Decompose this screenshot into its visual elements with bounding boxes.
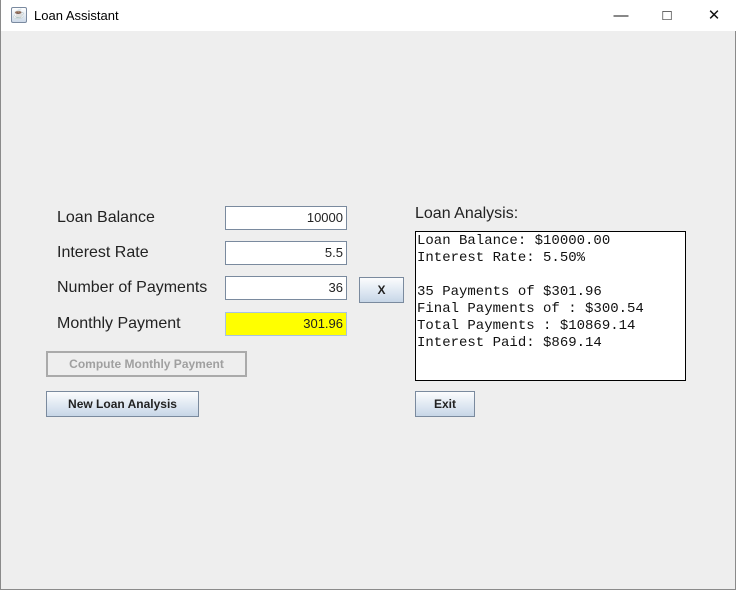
window-title: Loan Assistant [34,8,119,23]
analysis-line [417,267,685,284]
analysis-line: Loan Balance: $10000.00 [417,233,611,249]
interest-rate-label: Interest Rate [57,244,149,261]
loan-analysis-textarea[interactable]: Loan Balance: $10000.00 Interest Rate: 5.… [415,231,686,381]
monthly-payment-input[interactable]: 301.96 [225,312,347,336]
num-payments-label: Number of Payments [57,279,208,296]
java-cup-icon: ☕ [11,7,27,23]
analysis-line: Final Payments of : $300.54 [417,301,644,317]
loan-balance-input[interactable]: 10000 [225,206,347,230]
exit-button[interactable]: Exit [415,391,475,417]
analysis-line: 35 Payments of $301.96 [417,284,602,300]
x-button[interactable]: X [359,277,404,303]
compute-monthly-payment-button[interactable]: Compute Monthly Payment [46,351,247,377]
new-loan-analysis-button[interactable]: New Loan Analysis [46,391,199,417]
num-payments-input[interactable]: 36 [225,276,347,300]
maximize-icon[interactable]: □ [644,4,690,28]
minimize-icon[interactable]: — [598,4,644,28]
analysis-line: Interest Rate: 5.50% [417,250,586,266]
title-bar: ☕ Loan Assistant — □ ✕ [1,0,736,31]
close-icon[interactable]: ✕ [691,4,736,28]
loan-analysis-label: Loan Analysis: [415,205,519,222]
analysis-line: Total Payments : $10869.14 [417,318,636,334]
loan-balance-label: Loan Balance [57,209,155,226]
interest-rate-input[interactable]: 5.5 [225,241,347,265]
analysis-line: Interest Paid: $869.14 [417,335,602,351]
monthly-payment-label: Monthly Payment [57,315,181,332]
